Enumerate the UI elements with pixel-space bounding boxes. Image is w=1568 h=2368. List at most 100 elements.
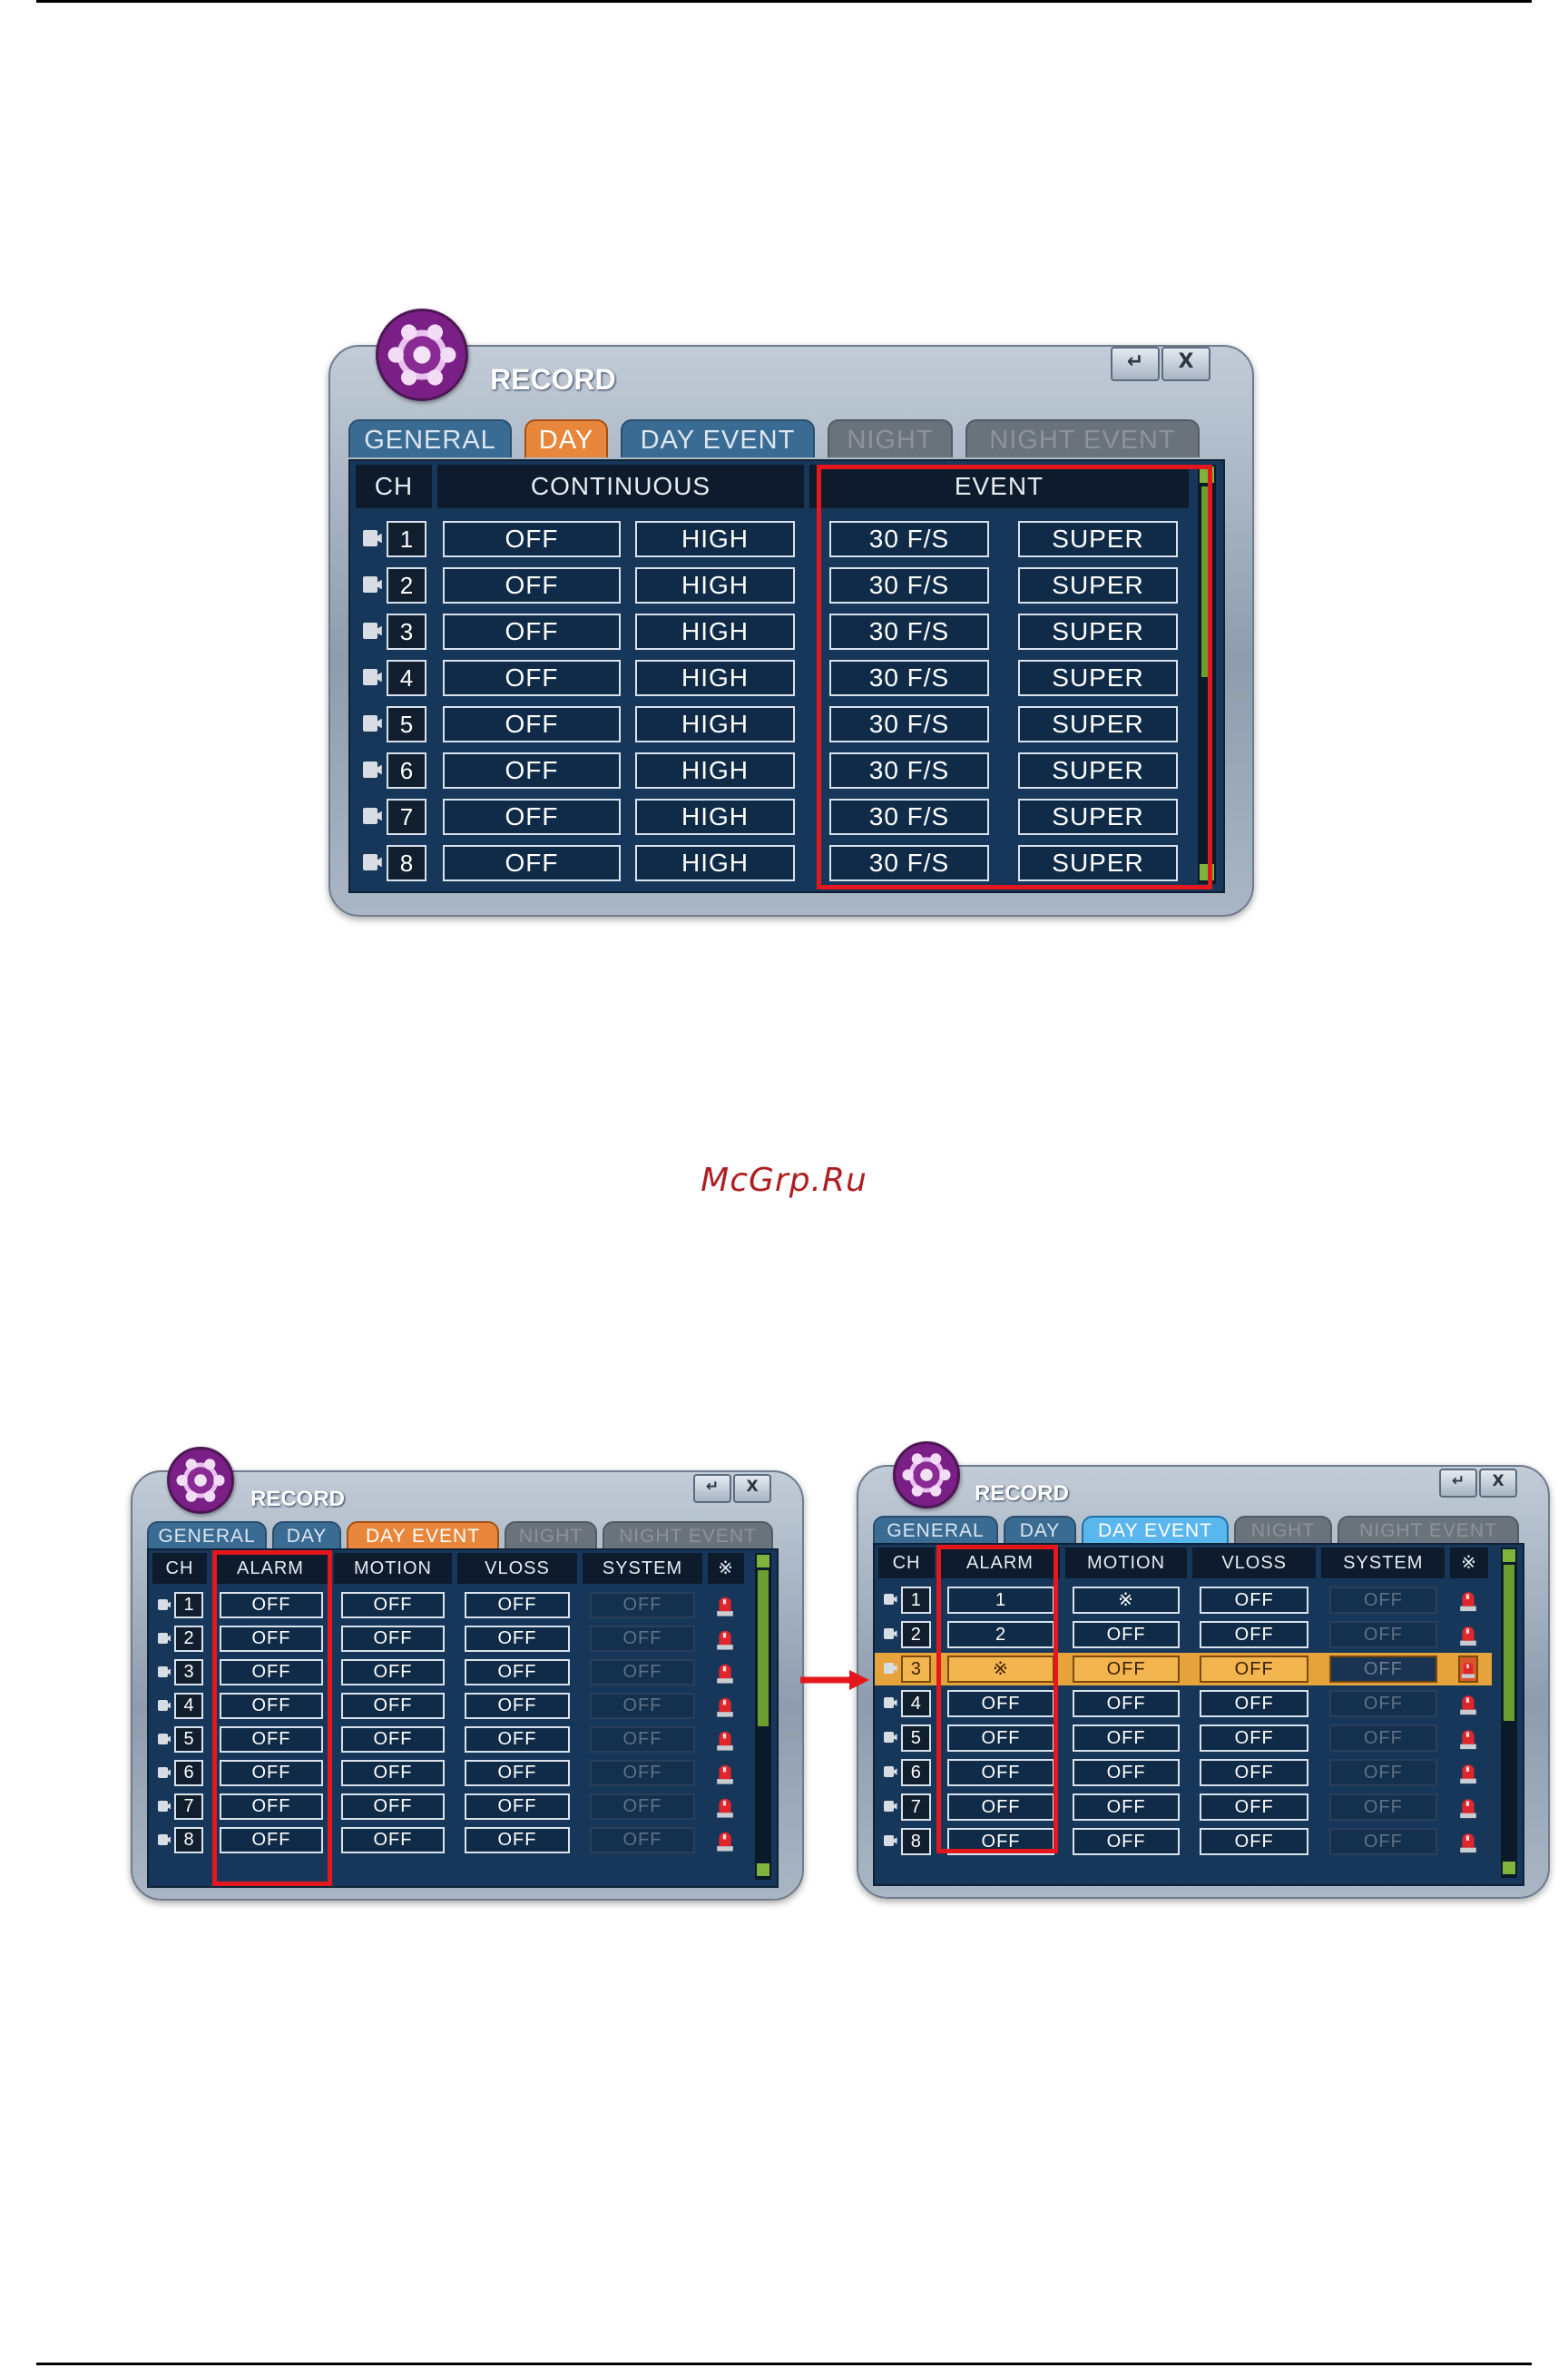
vloss-select[interactable]: OFF bbox=[465, 1726, 570, 1753]
alarm-light-icon[interactable] bbox=[1458, 1587, 1478, 1614]
tab-day-event[interactable]: DAY EVENT bbox=[621, 419, 815, 457]
alarm-light-icon[interactable] bbox=[715, 1592, 735, 1618]
scroll-up-icon[interactable] bbox=[1503, 1549, 1515, 1562]
continuous-quality-select[interactable]: HIGH bbox=[635, 614, 795, 650]
motion-select[interactable]: OFF bbox=[341, 1626, 445, 1652]
continuous-rate-select[interactable]: OFF bbox=[443, 752, 621, 789]
motion-select[interactable]: OFF bbox=[1073, 1828, 1180, 1855]
system-select[interactable]: OFF bbox=[1328, 1759, 1438, 1786]
motion-select[interactable]: OFF bbox=[341, 1726, 445, 1753]
continuous-rate-select[interactable]: OFF bbox=[443, 567, 621, 604]
close-button[interactable]: X bbox=[733, 1474, 771, 1503]
continuous-rate-select[interactable]: OFF bbox=[443, 614, 621, 650]
system-select[interactable]: OFF bbox=[590, 1659, 695, 1685]
system-select[interactable]: OFF bbox=[590, 1592, 695, 1618]
vloss-select[interactable]: OFF bbox=[1200, 1828, 1308, 1855]
alarm-light-icon[interactable] bbox=[1458, 1828, 1478, 1855]
motion-select[interactable]: ※ bbox=[1073, 1587, 1180, 1614]
scroll-down-icon[interactable] bbox=[1503, 1862, 1515, 1874]
motion-select[interactable]: OFF bbox=[1073, 1793, 1180, 1821]
motion-select[interactable]: OFF bbox=[1073, 1759, 1180, 1786]
motion-select[interactable]: OFF bbox=[341, 1827, 445, 1853]
continuous-rate-select[interactable]: OFF bbox=[443, 521, 621, 557]
motion-select[interactable]: OFF bbox=[1073, 1656, 1180, 1683]
system-select[interactable]: OFF bbox=[1328, 1656, 1438, 1683]
vloss-select[interactable]: OFF bbox=[1200, 1656, 1308, 1683]
tab-day[interactable]: DAY bbox=[272, 1521, 341, 1548]
vloss-select[interactable]: OFF bbox=[1200, 1724, 1308, 1752]
vloss-select[interactable]: OFF bbox=[465, 1760, 570, 1786]
continuous-rate-select[interactable]: OFF bbox=[443, 845, 621, 881]
system-select[interactable]: OFF bbox=[1328, 1621, 1438, 1648]
enter-button[interactable]: ↵ bbox=[1439, 1469, 1477, 1498]
continuous-rate-select[interactable]: OFF bbox=[443, 706, 621, 742]
vloss-select[interactable]: OFF bbox=[1200, 1793, 1308, 1821]
system-select[interactable]: OFF bbox=[590, 1626, 695, 1652]
tab-night-event[interactable]: NIGHT EVENT bbox=[965, 419, 1200, 457]
enter-button[interactable]: ↵ bbox=[1111, 347, 1160, 381]
tab-day[interactable]: DAY bbox=[524, 419, 608, 457]
vloss-select[interactable]: OFF bbox=[465, 1659, 570, 1685]
system-select[interactable]: OFF bbox=[590, 1726, 695, 1753]
vloss-select[interactable]: OFF bbox=[465, 1793, 570, 1820]
tab-day[interactable]: DAY bbox=[1004, 1516, 1076, 1543]
alarm-light-icon[interactable] bbox=[715, 1760, 735, 1786]
tab-day-event[interactable]: DAY EVENT bbox=[1082, 1516, 1229, 1543]
motion-select[interactable]: OFF bbox=[341, 1793, 445, 1820]
system-select[interactable]: OFF bbox=[1328, 1690, 1438, 1717]
alarm-light-icon[interactable] bbox=[715, 1626, 735, 1652]
system-select[interactable]: OFF bbox=[1328, 1724, 1438, 1752]
continuous-quality-select[interactable]: HIGH bbox=[635, 845, 795, 881]
tab-day-event[interactable]: DAY EVENT bbox=[347, 1521, 499, 1548]
system-select[interactable]: OFF bbox=[590, 1827, 695, 1853]
alarm-light-icon[interactable] bbox=[715, 1827, 735, 1853]
alarm-light-icon[interactable] bbox=[1458, 1690, 1478, 1717]
system-select[interactable]: OFF bbox=[1328, 1793, 1438, 1821]
vloss-select[interactable]: OFF bbox=[1200, 1587, 1308, 1614]
scroll-thumb[interactable] bbox=[1504, 1565, 1514, 1721]
alarm-light-icon[interactable] bbox=[715, 1659, 735, 1685]
close-button[interactable]: X bbox=[1479, 1469, 1517, 1498]
motion-select[interactable]: OFF bbox=[1073, 1690, 1180, 1717]
alarm-light-icon[interactable] bbox=[1458, 1621, 1478, 1648]
tab-night[interactable]: NIGHT bbox=[828, 419, 953, 457]
close-button[interactable]: X bbox=[1161, 347, 1210, 381]
alarm-light-icon[interactable] bbox=[1458, 1793, 1478, 1821]
alarm-light-icon[interactable] bbox=[1458, 1724, 1478, 1752]
vloss-select[interactable]: OFF bbox=[1200, 1759, 1308, 1786]
tab-night[interactable]: NIGHT bbox=[1234, 1516, 1332, 1543]
continuous-quality-select[interactable]: HIGH bbox=[635, 567, 795, 604]
continuous-rate-select[interactable]: OFF bbox=[443, 660, 621, 696]
continuous-rate-select[interactable]: OFF bbox=[443, 799, 621, 835]
header-all[interactable]: ※ bbox=[708, 1553, 744, 1584]
motion-select[interactable]: OFF bbox=[341, 1659, 445, 1685]
vloss-select[interactable]: OFF bbox=[465, 1626, 570, 1652]
scroll-down-icon[interactable] bbox=[757, 1863, 769, 1876]
continuous-quality-select[interactable]: HIGH bbox=[635, 660, 795, 696]
tab-night-event[interactable]: NIGHT EVENT bbox=[603, 1521, 773, 1548]
scroll-up-icon[interactable] bbox=[757, 1555, 769, 1567]
alarm-light-icon[interactable] bbox=[1457, 1656, 1478, 1683]
alarm-light-icon[interactable] bbox=[1458, 1759, 1478, 1786]
enter-button[interactable]: ↵ bbox=[693, 1474, 731, 1503]
continuous-quality-select[interactable]: HIGH bbox=[635, 752, 795, 789]
vloss-select[interactable]: OFF bbox=[465, 1693, 570, 1719]
tab-night-event[interactable]: NIGHT EVENT bbox=[1338, 1516, 1519, 1543]
alarm-light-icon[interactable] bbox=[715, 1693, 735, 1719]
motion-select[interactable]: OFF bbox=[341, 1760, 445, 1786]
system-select[interactable]: OFF bbox=[1328, 1587, 1438, 1614]
alarm-light-icon[interactable] bbox=[715, 1726, 735, 1753]
continuous-quality-select[interactable]: HIGH bbox=[635, 706, 795, 742]
continuous-quality-select[interactable]: HIGH bbox=[635, 521, 795, 557]
vloss-select[interactable]: OFF bbox=[1200, 1690, 1308, 1717]
motion-select[interactable]: OFF bbox=[341, 1693, 445, 1719]
alarm-light-icon[interactable] bbox=[715, 1793, 735, 1820]
header-all[interactable]: ※ bbox=[1450, 1548, 1488, 1578]
system-select[interactable]: OFF bbox=[1328, 1828, 1438, 1855]
system-select[interactable]: OFF bbox=[590, 1693, 695, 1719]
scroll-thumb[interactable] bbox=[758, 1570, 769, 1726]
tab-night[interactable]: NIGHT bbox=[505, 1521, 597, 1548]
motion-select[interactable]: OFF bbox=[341, 1592, 445, 1618]
motion-select[interactable]: OFF bbox=[1073, 1724, 1180, 1752]
tab-general[interactable]: GENERAL bbox=[873, 1516, 998, 1543]
